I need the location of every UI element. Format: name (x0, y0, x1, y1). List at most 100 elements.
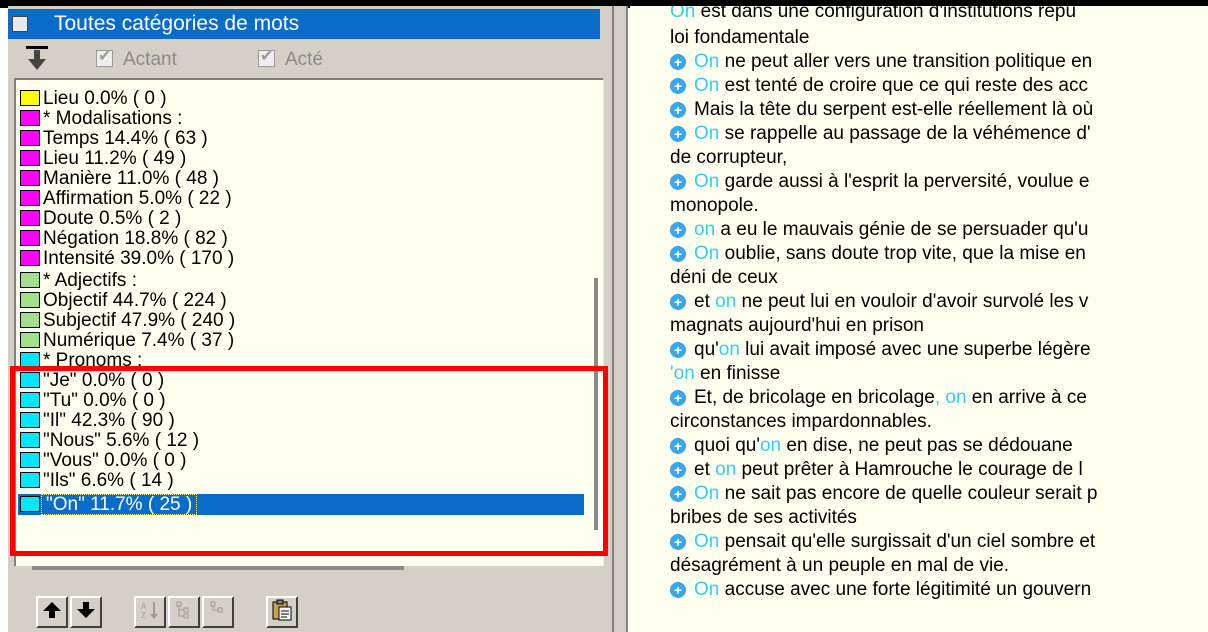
horizontal-scrollbar[interactable] (32, 566, 404, 570)
expand-plus-icon[interactable]: + (670, 126, 686, 142)
pronoun-occurrence[interactable]: 'on (670, 363, 695, 384)
pronoun-occurrence[interactable]: on (715, 459, 736, 480)
doc-line-text: Et, de bricolage en bricolage, on en arr… (694, 386, 1087, 410)
doc-line: + On se rappelle au passage de la véhémen… (670, 122, 1208, 146)
pronoun-occurrence[interactable]: On (694, 243, 719, 264)
expand-tree-icon (174, 600, 194, 625)
doc-text-before: monopole. (670, 195, 759, 216)
svg-text:A: A (141, 602, 147, 611)
acte-checkbox[interactable]: Acté (258, 47, 324, 72)
pronoun-occurrence[interactable]: on (719, 339, 740, 360)
category-selector[interactable]: Toutes catégories de mots (8, 9, 600, 39)
category-color-swatch (20, 230, 40, 246)
pronoun-occurrence[interactable]: On (694, 75, 719, 96)
doc-line: + On oublie, sans doute trop vite, que la… (670, 242, 1208, 266)
expand-plus-icon[interactable]: + (670, 294, 686, 310)
expand-plus-icon[interactable]: + (670, 54, 686, 70)
doc-line: déni de ceux (670, 266, 1208, 290)
checkbox-check-icon (96, 47, 113, 67)
expand-tree-button[interactable] (168, 596, 200, 628)
doc-line: + On accuse avec une forte légitimité un … (670, 578, 1208, 602)
category-item[interactable]: Subjectif 47.9% ( 240 ) (18, 310, 584, 331)
category-item[interactable]: Temps 14.4% ( 63 ) (18, 128, 584, 149)
doc-text-after: pensait qu'elle surgissait d'un ciel som… (719, 531, 1096, 552)
splitter-border-right (626, 6, 628, 632)
category-item[interactable]: Intensité 39.0% ( 170 ) (18, 248, 584, 269)
category-item[interactable]: Affirmation 5.0% ( 22 ) (18, 188, 584, 209)
category-label: Négation 18.8% ( 82 ) (43, 228, 228, 249)
expand-plus-icon[interactable]: + (670, 438, 686, 454)
expand-plus-icon[interactable]: + (670, 78, 686, 94)
doc-text-after: ne peut lui en vouloir d'avoir survolé l… (736, 291, 1089, 312)
doc-line-text: et on ne peut lui en vouloir d'avoir sur… (694, 290, 1088, 314)
pronoun-occurrence[interactable]: on (760, 435, 781, 456)
pronoun-occurrence[interactable]: On (670, 6, 695, 22)
pronoun-occurrence[interactable]: On (694, 123, 719, 144)
category-item[interactable]: Lieu 11.2% ( 49 ) (18, 148, 584, 169)
category-item[interactable]: * Adjectifs : (18, 270, 584, 291)
category-color-swatch (20, 250, 40, 266)
pronoun-occurrence[interactable]: , on (935, 387, 967, 408)
doc-line: + On ne peut aller vers une transition po… (670, 50, 1208, 74)
clipboard-button[interactable] (266, 596, 298, 628)
doc-line (670, 602, 1208, 626)
doc-line: + Et, de bricolage en bricolage, on en ar… (670, 386, 1208, 410)
actant-checkbox[interactable]: Actant (96, 47, 177, 72)
pronoun-occurrence[interactable]: on (715, 291, 736, 312)
expand-plus-icon[interactable]: + (670, 486, 686, 502)
expand-plus-icon[interactable]: + (670, 246, 686, 262)
doc-text-before: qu' (694, 339, 719, 360)
category-item[interactable]: Négation 18.8% ( 82 ) (18, 228, 584, 249)
expand-plus-icon[interactable]: + (670, 102, 686, 118)
sort-az-icon: AZ (140, 600, 160, 625)
doc-line-text: désagrément à un peuple en mal de vie. (670, 554, 1009, 578)
category-color-swatch (20, 210, 40, 226)
category-color-swatch (20, 272, 40, 288)
move-up-button[interactable] (36, 596, 68, 628)
category-label: Lieu 11.2% ( 49 ) (43, 148, 187, 169)
expand-plus-icon[interactable]: + (670, 222, 686, 238)
pronoun-occurrence[interactable]: On (694, 579, 719, 600)
category-item[interactable]: Lieu 0.0% ( 0 ) (18, 88, 584, 109)
expand-plus-icon[interactable]: + (670, 534, 686, 550)
collapse-tree-icon (208, 600, 228, 625)
category-item[interactable]: Manière 11.0% ( 48 ) (18, 168, 584, 189)
category-label: Temps 14.4% ( 63 ) (43, 128, 208, 149)
expand-plus-icon[interactable]: + (670, 582, 686, 598)
category-item[interactable]: Numérique 7.4% ( 37 ) (18, 330, 584, 351)
expand-plus-icon[interactable]: + (670, 174, 686, 190)
doc-text-before: Et, de bricolage en bricolage (694, 387, 935, 408)
expand-plus-icon[interactable]: + (670, 462, 686, 478)
category-item[interactable]: Doute 0.5% ( 2 ) (18, 208, 584, 229)
collapse-tree-button[interactable] (202, 596, 234, 628)
pronoun-occurrence[interactable]: On (694, 51, 719, 72)
expand-plus-icon[interactable]: + (670, 342, 686, 358)
doc-text-after: peut prêter à Hamrouche le courage de l (736, 459, 1083, 480)
checkbox-check-icon (258, 47, 275, 67)
doc-line-text: On est tenté de croire que ce qui reste … (694, 74, 1088, 98)
doc-text-after: oublie, sans doute trop vite, que la mis… (719, 243, 1086, 264)
splitter[interactable] (614, 6, 626, 632)
move-down-icon[interactable] (26, 46, 48, 72)
doc-line-text: On oublie, sans doute trop vite, que la … (694, 242, 1086, 266)
category-item[interactable]: * Modalisations : (18, 108, 584, 129)
category-color-swatch (20, 190, 40, 206)
category-label: * Adjectifs : (43, 270, 137, 291)
category-item[interactable]: Objectif 44.7% ( 224 ) (18, 290, 584, 311)
pronoun-occurrence[interactable]: On (694, 171, 719, 192)
doc-text-before: bribes de ses activités (670, 507, 857, 528)
document-panel: On est dans une configuration d'institut… (630, 6, 1208, 632)
pronoun-occurrence[interactable]: On (694, 531, 719, 552)
pronoun-occurrence[interactable]: on (694, 219, 715, 240)
sort-az-button[interactable]: AZ (134, 596, 166, 628)
move-down-button[interactable] (70, 596, 102, 628)
filter-row: Actant Acté (8, 42, 608, 78)
doc-line-text: et on peut prêter à Hamrouche le courage… (694, 458, 1083, 482)
expand-plus-icon[interactable]: + (670, 390, 686, 406)
acte-label: Acté (285, 49, 324, 70)
doc-line: circonstances impardonnables. (670, 410, 1208, 434)
doc-line: + et on ne peut lui en vouloir d'avoir s… (670, 290, 1208, 314)
pronoun-occurrence[interactable]: On (694, 483, 719, 504)
doc-line-text: quoi qu'on en dise, ne peut pas se dédou… (694, 434, 1073, 458)
doc-text-after: en finisse (694, 363, 781, 384)
